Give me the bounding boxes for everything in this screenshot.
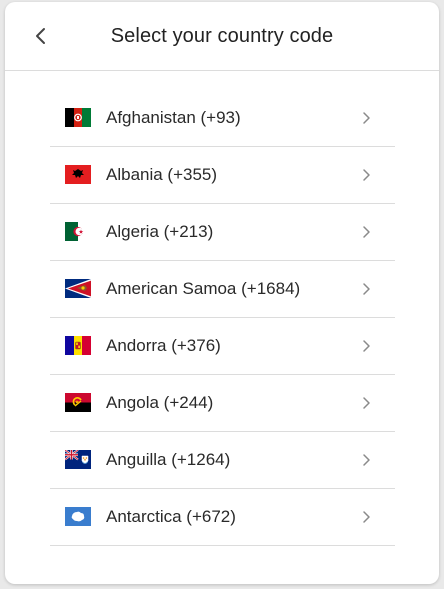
- country-label: American Samoa (+1684): [106, 279, 301, 298]
- country-row-angola[interactable]: Angola (+244): [50, 375, 395, 432]
- country-row-andorra[interactable]: Andorra (+376): [50, 318, 395, 375]
- country-row-algeria[interactable]: Algeria (+213): [50, 204, 395, 261]
- chevron-right-icon: [363, 169, 370, 181]
- angola-flag-icon: [65, 393, 91, 412]
- anguilla-flag-icon: [65, 450, 91, 469]
- country-row-albania[interactable]: Albania (+355): [50, 147, 395, 204]
- chevron-right-icon: [363, 511, 370, 523]
- country-list: Afghanistan (+93) Albania (+355) Algeria…: [50, 90, 395, 546]
- chevron-right-icon: [363, 454, 370, 466]
- country-label: Albania (+355): [106, 165, 218, 184]
- dialog-header: Select your country code: [5, 2, 439, 71]
- country-label: Andorra (+376): [106, 336, 221, 355]
- country-label: Algeria (+213): [106, 222, 214, 241]
- andorra-flag-icon: [65, 336, 91, 355]
- country-row-antarctica[interactable]: Antarctica (+672): [50, 489, 395, 546]
- country-row-anguilla[interactable]: Anguilla (+1264): [50, 432, 395, 489]
- country-label: Angola (+244): [106, 393, 214, 412]
- country-label: Afghanistan (+93): [106, 108, 241, 127]
- chevron-right-icon: [363, 226, 370, 238]
- country-row-afghanistan[interactable]: Afghanistan (+93): [50, 90, 395, 147]
- american-samoa-flag-icon: [65, 279, 91, 298]
- country-code-dialog: Select your country code Afghanistan (+9…: [5, 2, 439, 584]
- screen-background: Select your country code Afghanistan (+9…: [0, 0, 444, 589]
- country-label: Antarctica (+672): [106, 507, 236, 526]
- algeria-flag-icon: [65, 222, 91, 241]
- page-title: Select your country code: [110, 25, 334, 47]
- chevron-right-icon: [363, 397, 370, 409]
- chevron-right-icon: [363, 112, 370, 124]
- albania-flag-icon: [65, 165, 91, 184]
- antarctica-flag-icon: [65, 507, 91, 526]
- chevron-right-icon: [363, 340, 370, 352]
- chevron-right-icon: [363, 283, 370, 295]
- afghanistan-flag-icon: [65, 108, 91, 127]
- country-row-american-samoa[interactable]: American Samoa (+1684): [50, 261, 395, 318]
- country-label: Anguilla (+1264): [106, 450, 231, 469]
